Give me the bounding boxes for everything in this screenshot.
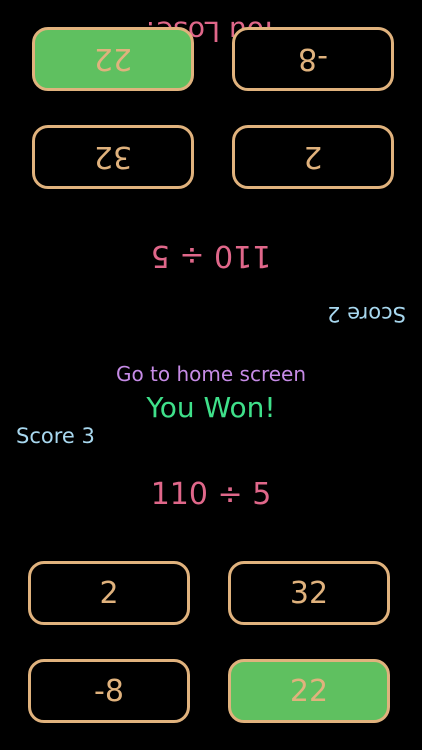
bottom-answer-button-4[interactable]: 22 — [228, 659, 390, 723]
top-answer-button-2[interactable]: 32 — [32, 125, 194, 189]
bottom-score-label: Score 3 — [16, 424, 95, 448]
top-score-label: Score 2 — [327, 302, 406, 326]
bottom-player-area: You Won! Score 3 110 ÷ 5 2 32 -8 22 — [0, 375, 422, 750]
bottom-answer-button-3[interactable]: -8 — [28, 659, 190, 723]
top-question: 110 ÷ 5 — [150, 238, 272, 273]
bottom-answer-button-1[interactable]: 2 — [28, 561, 190, 625]
top-answer-button-3[interactable]: -8 — [232, 27, 394, 91]
bottom-result-text: You Won! — [146, 391, 276, 424]
top-answer-button-1[interactable]: 2 — [232, 125, 394, 189]
bottom-question: 110 ÷ 5 — [150, 477, 272, 512]
top-player-area: You Lose! Score 2 110 ÷ 5 2 32 -8 22 — [0, 0, 422, 375]
bottom-answer-button-2[interactable]: 32 — [228, 561, 390, 625]
top-answer-button-4[interactable]: 22 — [32, 27, 194, 91]
